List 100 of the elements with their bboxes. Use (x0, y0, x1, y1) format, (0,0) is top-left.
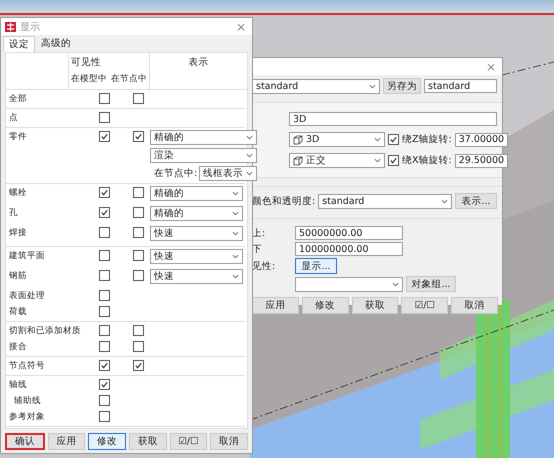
checkbox[interactable] (99, 379, 110, 390)
object-group-dropdown[interactable] (295, 276, 403, 292)
tab[interactable]: 设定 (3, 36, 35, 52)
checkbox[interactable] (99, 360, 110, 371)
rotation-label: 绕Z轴旋转: (402, 133, 452, 146)
column-header: 在节点中 (111, 73, 147, 85)
representation-dropdown[interactable]: 渲染 (150, 148, 258, 163)
row-label: 钢筋 (8, 270, 28, 282)
checkbox[interactable] (99, 112, 110, 123)
rotation-field[interactable]: 37.00000 (454, 132, 508, 146)
representation-button[interactable]: 表示... (455, 193, 497, 209)
column-header: 在模型中 (71, 73, 107, 85)
cube-icon (293, 156, 303, 166)
checkbox[interactable] (99, 411, 110, 422)
checkbox[interactable] (99, 341, 110, 352)
row-label: 焊接 (8, 227, 28, 239)
checkbox[interactable] (99, 270, 110, 281)
row-label: 表面处理 (8, 290, 46, 302)
dialog-button[interactable]: 取消 (210, 433, 248, 450)
caret-icon (392, 282, 399, 286)
row-label: 切割和已添加材质 (8, 325, 78, 337)
rotation-label: 绕X轴旋转: (402, 154, 452, 167)
checkbox[interactable] (133, 207, 144, 218)
representation-dropdown[interactable]: 快速 (150, 269, 243, 284)
object-group-button[interactable]: 对象组... (406, 276, 456, 292)
depth-field[interactable]: 100000000.00 (295, 242, 403, 256)
checkbox[interactable] (99, 131, 110, 142)
checkbox[interactable] (99, 93, 110, 104)
dialog-button[interactable]: 修改 (88, 433, 126, 450)
row-label: 螺栓 (8, 187, 28, 199)
caret-icon (232, 211, 239, 216)
projection-dropdown[interactable]: 3D (289, 132, 385, 147)
checkbox[interactable] (99, 325, 110, 336)
preset-dropdown[interactable]: standard (252, 78, 380, 94)
rotation-field[interactable]: 29.50000 (454, 154, 508, 168)
color-dropdown[interactable]: standard (318, 194, 452, 208)
checkbox[interactable] (133, 93, 144, 104)
dialog-button[interactable]: 确认 (5, 433, 45, 450)
representation-dropdown[interactable]: 精确的 (150, 130, 258, 145)
app-logo-icon (5, 22, 16, 32)
checkbox[interactable] (99, 187, 110, 198)
dialog-button[interactable]: 应用 (48, 433, 86, 450)
checkbox[interactable] (99, 207, 110, 218)
display-button[interactable]: 显示... (295, 258, 337, 274)
checkbox[interactable] (133, 325, 144, 336)
checkbox[interactable] (133, 131, 144, 142)
caret-icon (246, 135, 254, 140)
checkbox[interactable] (133, 341, 144, 352)
checkbox[interactable] (133, 227, 144, 238)
view-name-field[interactable]: 3D (289, 112, 497, 126)
checkbox[interactable] (133, 250, 144, 261)
visibility-label: 见性: (252, 260, 276, 272)
dialog-button[interactable]: 获取 (352, 297, 398, 314)
dialog-button[interactable]: ☑/☐ (401, 297, 448, 314)
row-label: 辅助线 (13, 395, 42, 407)
save-as-button[interactable]: 另存为 (383, 78, 421, 94)
row-label: 建筑平面 (8, 250, 46, 262)
checkbox[interactable] (388, 134, 399, 145)
caret-icon (232, 274, 239, 279)
row-label: 荷载 (8, 306, 28, 318)
tab[interactable]: 高级的 (35, 35, 77, 52)
checkbox[interactable] (388, 155, 399, 166)
checkbox[interactable] (99, 227, 110, 238)
row-label: 点 (8, 112, 19, 124)
checkbox[interactable] (99, 306, 110, 317)
caret-icon (374, 158, 381, 163)
checkbox[interactable] (133, 270, 144, 281)
checkbox[interactable] (133, 360, 144, 371)
row-label: 接合 (8, 341, 28, 353)
checkbox[interactable] (99, 250, 110, 261)
row-label: 全部 (8, 93, 28, 105)
representation-dropdown[interactable]: 精确的 (150, 186, 243, 201)
dialog-button[interactable]: 取消 (451, 297, 498, 314)
representation-dropdown[interactable]: 快速 (150, 249, 243, 264)
representation-dropdown[interactable]: 精确的 (150, 206, 243, 221)
window-title: 显示 (20, 20, 40, 34)
row-label: 参考对象 (8, 411, 46, 423)
dialog-button[interactable]: 修改 (302, 297, 349, 314)
caret-icon (232, 231, 239, 236)
close-icon[interactable]: × (236, 20, 246, 32)
dialog-button[interactable]: 获取 (129, 433, 167, 450)
caret-icon (246, 171, 254, 176)
caret-icon (374, 137, 381, 142)
column-header: 表示 (188, 56, 210, 70)
checkbox[interactable] (99, 395, 110, 406)
checkbox[interactable] (133, 187, 144, 198)
row-label: 孔 (8, 207, 19, 219)
cube-icon (293, 134, 303, 144)
row-label: 节点符号 (8, 360, 46, 372)
close-icon[interactable]: × (486, 60, 496, 72)
representation-dropdown[interactable]: 线框表示 (199, 166, 258, 181)
projection-dropdown[interactable]: 正交 (289, 153, 385, 168)
color-label: 颜色和透明度: (252, 194, 316, 208)
caret-icon (232, 191, 239, 196)
save-as-field[interactable]: standard (424, 79, 497, 93)
depth-field[interactable]: 50000000.00 (295, 226, 403, 240)
dialog-button[interactable]: ☑/☐ (170, 433, 208, 450)
checkbox[interactable] (99, 290, 110, 301)
dialog-button[interactable]: 应用 (252, 297, 299, 314)
representation-dropdown[interactable]: 快速 (150, 226, 243, 241)
